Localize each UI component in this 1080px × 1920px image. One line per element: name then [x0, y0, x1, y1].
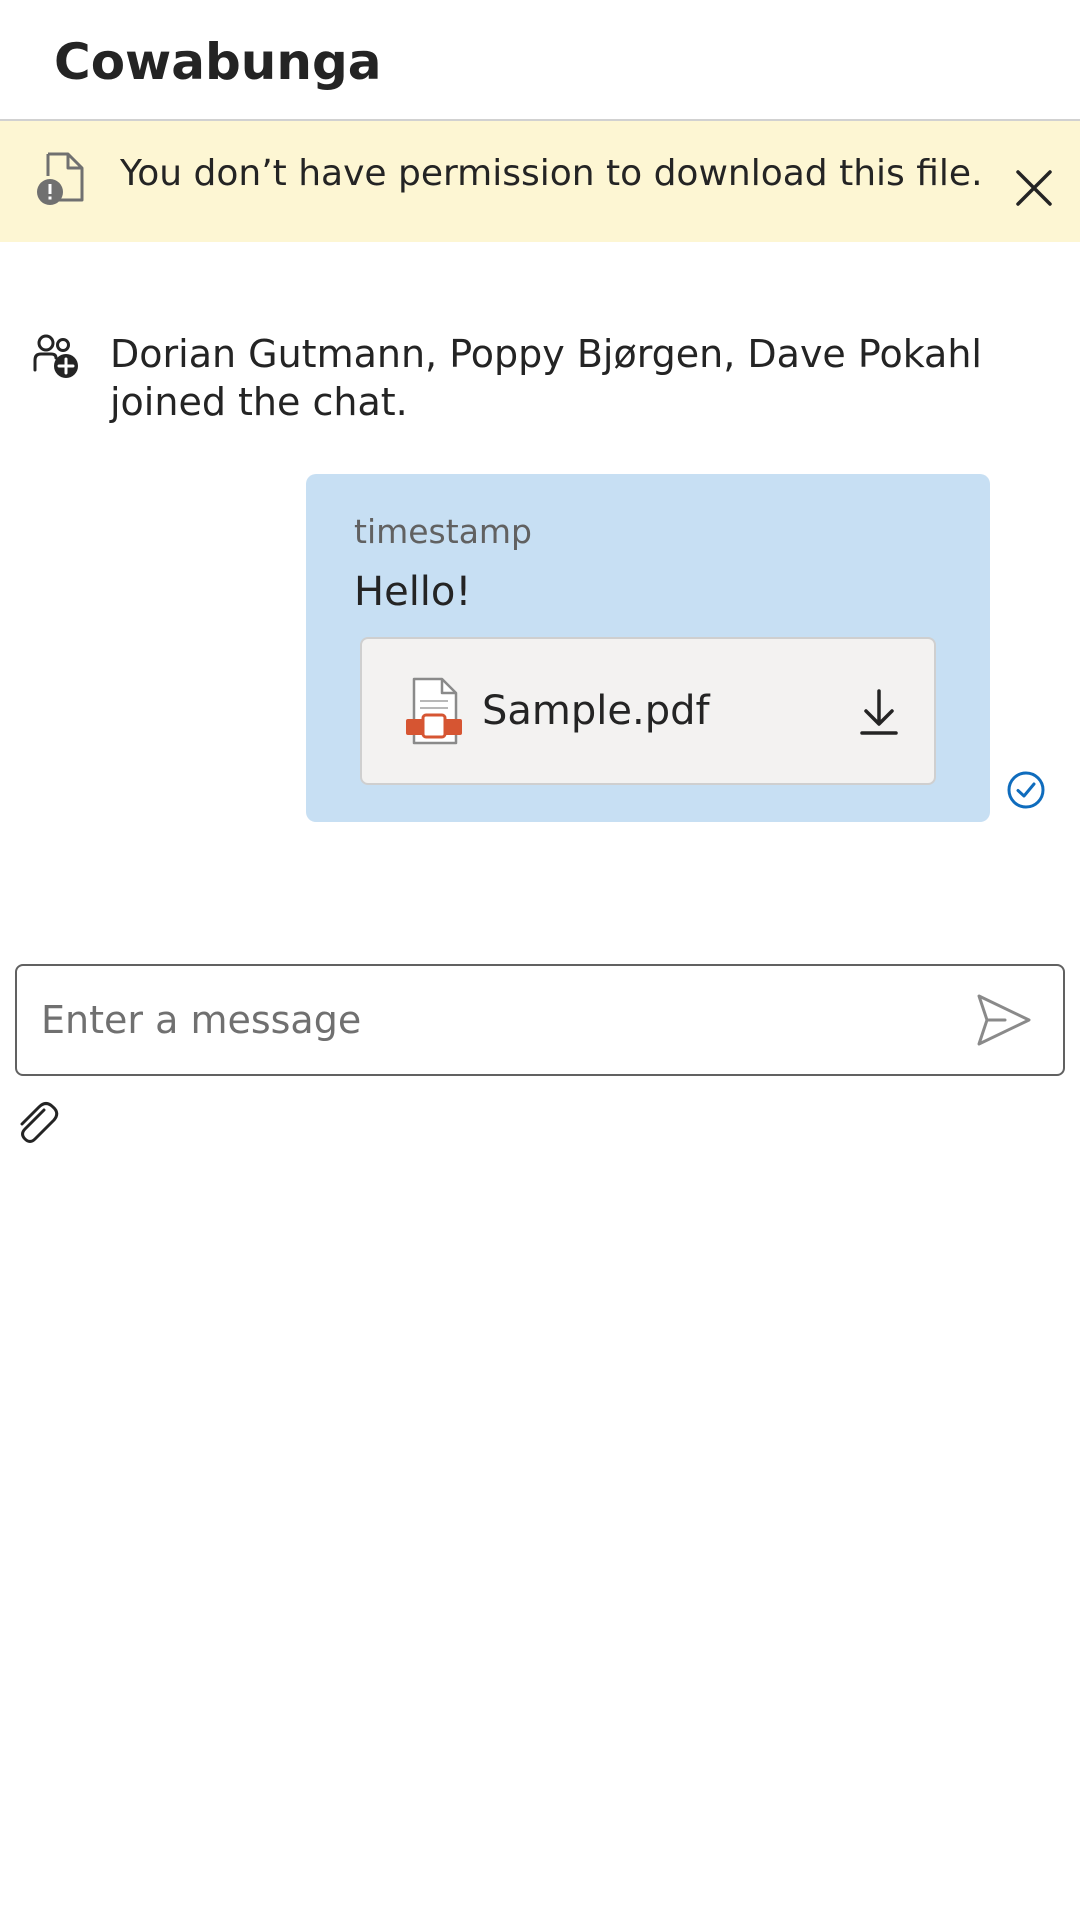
banner-message: You don’t have permission to download th… — [120, 153, 983, 194]
document-warning-icon — [37, 152, 84, 205]
message-bubble: timestamp Hello! Sample.pdf — [306, 474, 990, 822]
download-icon[interactable] — [856, 685, 902, 739]
paperclip-icon[interactable] — [14, 1100, 60, 1146]
read-receipt-check-icon — [1007, 771, 1045, 809]
system-message: Dorian Gutmann, Poppy Bjørgen, Dave Poka… — [110, 332, 982, 424]
file-name: Sample.pdf — [482, 688, 710, 734]
pdf-file-icon — [406, 677, 462, 745]
chat-header: Cowabunga — [0, 0, 1080, 121]
file-attachment-card[interactable]: Sample.pdf — [360, 637, 936, 785]
chat-title: Cowabunga — [54, 33, 382, 91]
message-text: Hello! — [354, 569, 472, 615]
people-add-icon — [33, 334, 78, 378]
close-icon[interactable] — [1008, 162, 1060, 214]
message-input[interactable] — [41, 984, 941, 1056]
message-timestamp: timestamp — [354, 512, 533, 551]
send-icon[interactable] — [975, 992, 1033, 1048]
message-composer — [15, 964, 1065, 1076]
